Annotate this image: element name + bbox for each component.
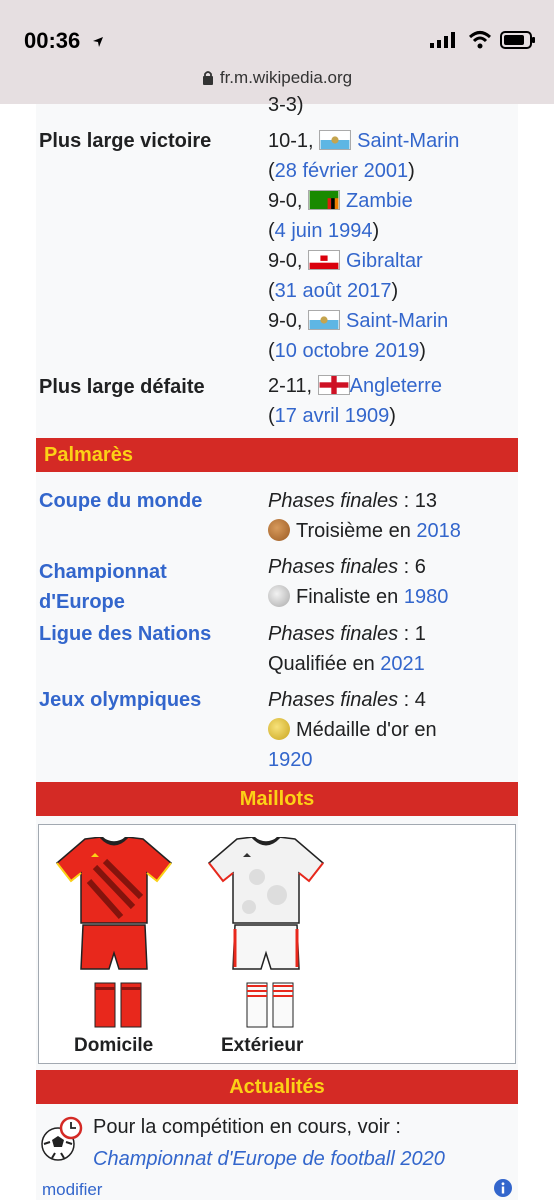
win-date-link-1[interactable]: 28 février 2001 [275, 160, 408, 182]
world-cup-year-link[interactable]: 2018 [416, 520, 461, 542]
url-text: fr.m.wikipedia.org [219, 68, 353, 87]
actualites-header: Actualités [36, 1070, 518, 1104]
win-date-4: (10 octobre 2019) [268, 340, 426, 362]
san-marino-flag-icon [319, 130, 352, 150]
euro-result: Finaliste en 1980 [268, 582, 448, 612]
nations-league-result: Qualifiée en 2021 [268, 653, 425, 675]
win-date-link-3[interactable]: 31 août 2017 [275, 280, 392, 302]
clock: 00:36 [24, 28, 104, 54]
win-row-2: 9-0, Zambie [268, 190, 413, 212]
loss-date-link[interactable]: 17 avril 1909 [275, 405, 390, 427]
win-team-link-4[interactable]: Saint-Marin [346, 310, 448, 332]
palmares-header: Palmarès [36, 438, 518, 472]
largest-win-label: Plus large victoire [39, 130, 212, 152]
football-clock-icon [41, 1116, 83, 1161]
news-text: Pour la compétition en cours, voir : [93, 1116, 401, 1138]
nations-league-year-link[interactable]: 2021 [380, 653, 425, 675]
win-row-4: 9-0, Saint-Marin [268, 310, 449, 332]
olympics-phases: Phases finales : 4 [268, 689, 426, 711]
lock-icon [202, 71, 213, 85]
olympics-year-link[interactable]: 1920 [268, 749, 313, 771]
palmares-nations-league-link[interactable]: Ligue des Nations [39, 623, 211, 646]
zambia-flag-icon [308, 190, 341, 210]
largest-loss-label: Plus large défaite [39, 376, 205, 398]
win-date-3: (31 août 2017) [268, 280, 399, 302]
address-bar[interactable]: fr.m.wikipedia.org [0, 68, 554, 88]
euro-phases: Phases finales : 6 [268, 556, 426, 578]
win-date-link-4[interactable]: 10 octobre 2019 [275, 340, 420, 362]
home-kit-image[interactable] [55, 837, 173, 1029]
cut-score: 3-3) [268, 94, 304, 116]
olympics-year: 1920 [268, 745, 313, 775]
home-kit-label: Domicile [74, 1035, 154, 1056]
loss-row: 2-11, Angleterre [268, 375, 442, 397]
edit-link[interactable]: modifier [42, 1180, 102, 1200]
wifi-icon [468, 31, 492, 49]
world-cup-phases: Phases finales : 13 [268, 490, 437, 512]
win-team-link-2[interactable]: Zambie [346, 190, 413, 212]
nations-league-phases: Phases finales : 1 [268, 623, 426, 645]
news-row: Pour la compétition en cours, voir : Cha… [36, 1110, 518, 1172]
world-cup-result: Troisième en 2018 [268, 516, 461, 546]
loss-team-link[interactable]: Angleterre [350, 375, 442, 397]
palmares-world-cup-link[interactable]: Coupe du monde [39, 490, 202, 513]
win-row-3: 9-0, Gibraltar [268, 250, 423, 272]
euro-year-link[interactable]: 1980 [404, 586, 449, 608]
win-date-link-2[interactable]: 4 juin 1994 [275, 220, 373, 242]
status-bar: 00:36 fr.m.wikipedia.org [0, 0, 554, 104]
bronze-medal-icon [268, 519, 290, 541]
san-marino-flag-icon [308, 310, 341, 330]
away-kit-image[interactable] [207, 837, 325, 1029]
olympics-result: Médaille d'or en [268, 715, 437, 745]
location-arrow-icon [93, 37, 104, 47]
win-row-1: 10-1, Saint-Marin [268, 130, 460, 152]
gold-medal-icon [268, 718, 290, 740]
palmares-euro-link[interactable]: Championnat d'Europe [39, 557, 167, 617]
loss-date: (17 avril 1909) [268, 405, 396, 427]
news-link[interactable]: Championnat d'Europe de football 2020 [93, 1148, 445, 1171]
cellular-signal-icon [430, 32, 455, 48]
info-icon[interactable] [494, 1179, 512, 1197]
away-kit-label: Extérieur [221, 1035, 304, 1056]
win-team-link-1[interactable]: Saint-Marin [357, 130, 459, 152]
infobox: 3-3) Plus large victoire 10-1, Saint-Mar… [36, 94, 518, 1172]
clock-time: 00:36 [24, 28, 81, 53]
win-date-1: (28 février 2001) [268, 160, 415, 182]
maillots-header: Maillots [36, 782, 518, 816]
infobox-footer: modifier [36, 1172, 518, 1200]
palmares-olympics-link[interactable]: Jeux olympiques [39, 689, 201, 712]
gibraltar-flag-icon [308, 250, 341, 270]
silver-medal-icon [268, 585, 290, 607]
win-date-2: (4 juin 1994) [268, 220, 380, 242]
battery-icon [500, 31, 535, 49]
kits-box: Domicile Extérieur [38, 824, 516, 1064]
england-flag-icon [317, 375, 350, 395]
win-team-link-3[interactable]: Gibraltar [346, 250, 423, 272]
